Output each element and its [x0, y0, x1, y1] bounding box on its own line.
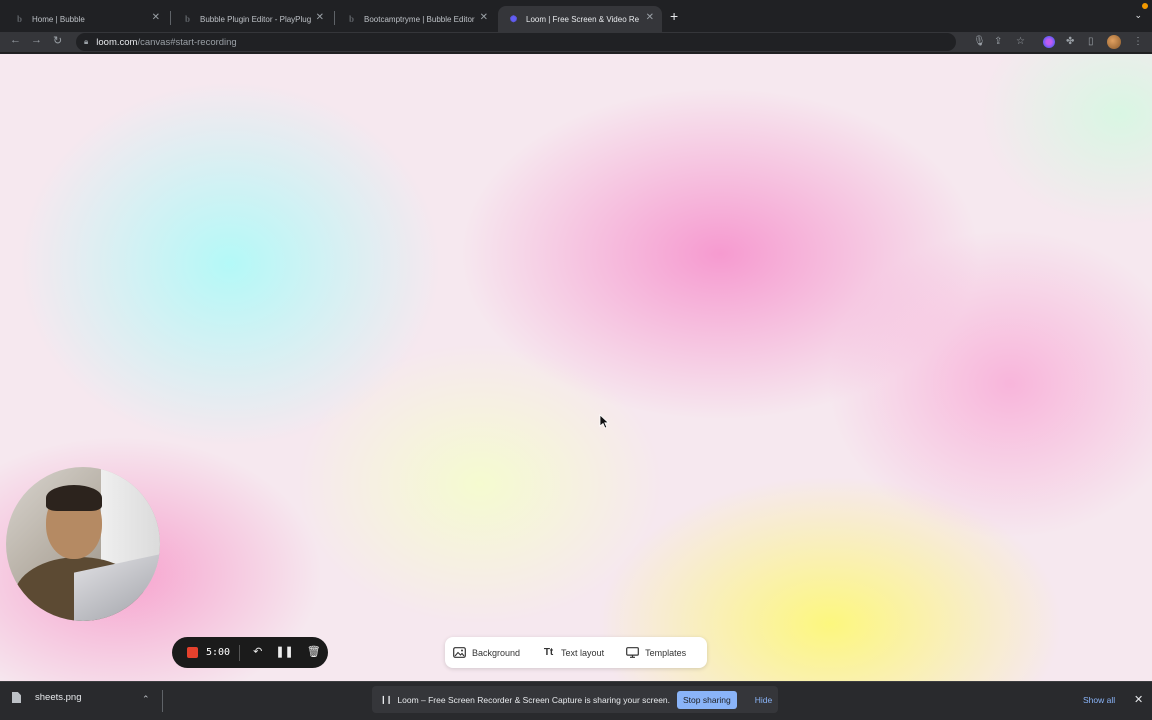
download-item[interactable]: sheets.png — [12, 692, 81, 703]
loom-logo-icon: ✺ — [509, 13, 518, 24]
stop-sharing-button[interactable]: Stop sharing — [677, 690, 737, 709]
shelf-divider — [162, 690, 163, 712]
tab-home-bubble[interactable]: b Home | Bubble ✕ — [4, 6, 168, 32]
profile-avatar[interactable] — [1107, 35, 1121, 49]
url-path: /canvas#start-recording — [137, 36, 237, 48]
background-label: Background — [472, 647, 521, 658]
text-layout-button[interactable]: Tt Text layout — [542, 647, 604, 658]
close-icon[interactable]: ✕ — [480, 12, 488, 23]
text-layout-label: Text layout — [561, 647, 605, 658]
close-icon[interactable]: ✕ — [316, 12, 324, 23]
tab-title: Home | Bubble — [32, 14, 85, 24]
reload-icon[interactable]: ↻ — [53, 34, 62, 47]
tab-divider — [170, 11, 171, 25]
monitor-icon — [626, 647, 639, 658]
puzzle-extensions-icon[interactable]: ✤ — [1066, 35, 1074, 49]
show-all-link[interactable]: Show all — [1083, 695, 1115, 705]
tab-title: Bubble Plugin Editor - PlayPlug — [200, 14, 312, 24]
new-tab-button[interactable]: + — [670, 9, 678, 23]
recording-controls: 5:00 ↶ ❚❚ 🗑︎ — [172, 637, 328, 668]
pause-icon[interactable]: ❚❚ — [275, 647, 293, 658]
background-button[interactable]: Background — [453, 647, 520, 658]
hide-button[interactable]: Hide — [755, 695, 772, 705]
tab-loom[interactable]: ✺ Loom | Free Screen & Video Re ✕ — [498, 6, 662, 32]
sharing-message: Loom – Free Screen Recorder & Screen Cap… — [397, 694, 671, 705]
camera-person-hair — [46, 485, 102, 511]
url-host: loom.com — [96, 36, 138, 48]
tab-plugin-editor[interactable]: b Bubble Plugin Editor - PlayPlug ✕ — [172, 6, 332, 32]
tab-divider — [334, 11, 335, 25]
microphone-icon[interactable]: 🎙︎ — [973, 35, 986, 49]
bubble-logo-icon: b — [348, 14, 354, 24]
image-icon — [453, 647, 466, 658]
drag-handle-icon[interactable]: ❙❙ — [380, 695, 392, 704]
side-panel-icon[interactable]: ▯ — [1088, 35, 1094, 49]
close-icon[interactable]: ✕ — [646, 12, 654, 23]
browser-toolbar: ← → ↻ 🔒︎ loom.com/canvas#start-recording… — [0, 32, 1152, 53]
loom-canvas — [0, 54, 1152, 681]
camera-bubble[interactable] — [6, 467, 160, 621]
tab-bootcamptryme[interactable]: b Bootcamptryme | Bubble Editor ✕ — [336, 6, 496, 32]
star-icon[interactable]: ☆ — [1016, 35, 1025, 49]
recording-timer: 5:00 — [206, 647, 231, 658]
lock-icon: 🔒︎ — [84, 37, 89, 46]
bubble-logo-icon: b — [184, 14, 190, 24]
address-bar[interactable]: 🔒︎ loom.com/canvas#start-recording — [76, 33, 956, 51]
text-icon: Tt — [543, 647, 554, 658]
close-icon[interactable]: ✕ — [152, 12, 160, 23]
templates-button[interactable]: Templates — [626, 647, 686, 658]
controls-divider — [239, 644, 241, 661]
mouse-cursor-icon — [599, 414, 610, 429]
templates-label: Templates — [645, 647, 687, 658]
bubble-logo-icon: b — [16, 14, 22, 24]
loom-extension-icon[interactable] — [1043, 36, 1055, 48]
back-icon[interactable]: ← — [10, 34, 21, 46]
tab-title: Bootcamptryme | Bubble Editor — [364, 14, 475, 24]
close-icon[interactable]: ✕ — [1134, 693, 1143, 706]
screen-sharing-banner: ❙❙ Loom – Free Screen Recorder & Screen … — [372, 686, 778, 713]
recording-indicator-dot — [1142, 3, 1148, 9]
tab-title: Loom | Free Screen & Video Re — [526, 14, 640, 24]
canvas-toolbar: Background Tt Text layout Templates — [445, 637, 707, 668]
download-filename: sheets.png — [35, 692, 82, 703]
trash-icon[interactable]: 🗑︎ — [307, 647, 321, 658]
restart-icon[interactable]: ↶ — [253, 647, 262, 658]
forward-icon[interactable]: → — [31, 34, 42, 46]
share-icon[interactable]: ⇪ — [994, 35, 1002, 49]
file-icon — [12, 692, 21, 703]
stop-recording-button[interactable] — [187, 647, 198, 658]
chevron-up-icon[interactable]: ⌃ — [142, 694, 150, 705]
tab-strip: b Home | Bubble ✕ b Bubble Plugin Editor… — [0, 0, 1152, 32]
kebab-menu-icon[interactable]: ⋮ — [1133, 35, 1143, 49]
chevron-down-icon[interactable]: ⌄ — [1134, 10, 1142, 21]
